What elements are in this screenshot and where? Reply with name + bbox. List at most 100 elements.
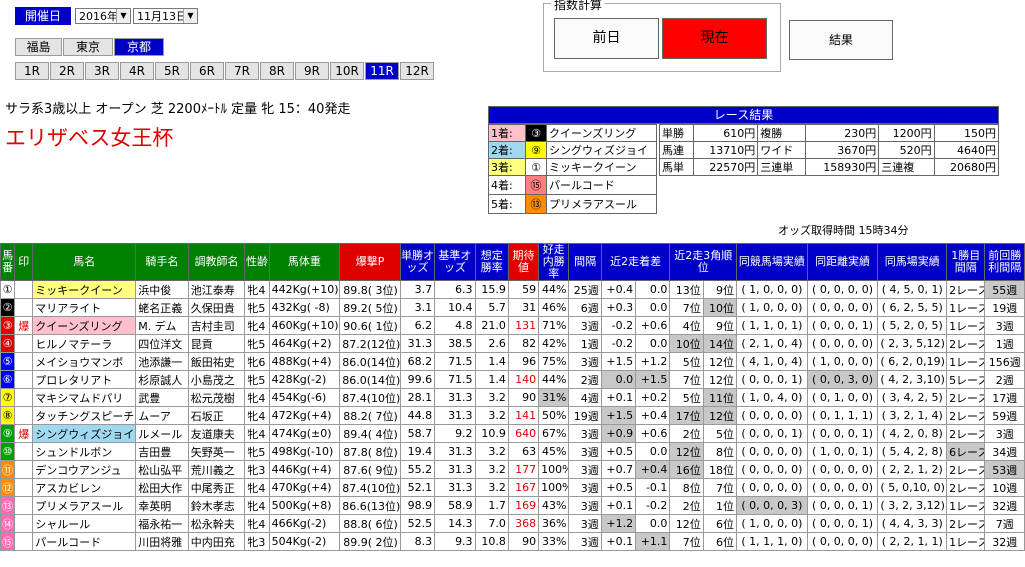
table-row[interactable]: ⑦ マキシマムドパリ 武豊 松元茂樹 牝4 454Kg(-6) 87.4(10位) 28.1 3…	[0, 388, 1025, 407]
column-header[interactable]: 間隔	[568, 243, 602, 281]
table-cell: +0.5	[600, 442, 637, 461]
table-row[interactable]: ⑩ シュンドルボン 吉田豊 矢野英一 牝5 498Kg(-10) 87.8( 8位) 19.4…	[0, 442, 1025, 461]
payout-cell: 520円	[878, 141, 935, 159]
table-cell: 松田大作	[135, 478, 189, 497]
race-tab-4[interactable]: 4R	[120, 62, 154, 80]
table-cell: 43%	[538, 496, 570, 515]
table-row[interactable]: ⑬ プリメラアスール 幸英明 鈴木孝志 牝4 500Kg(+8) 86.6(13位) 98.9…	[0, 496, 1025, 515]
table-cell: ( 0, 0, 0, 0)	[806, 334, 879, 353]
table-cell: 2レース	[946, 334, 986, 353]
column-header[interactable]: 性齢	[244, 243, 270, 281]
table-cell: 牝3	[244, 460, 270, 479]
table-cell: +1.5	[635, 370, 671, 389]
table-cell: ( 0, 0, 0, 1)	[806, 316, 879, 335]
table-cell: 1.7	[474, 496, 509, 515]
race-tab-11[interactable]: 11R	[365, 62, 399, 80]
table-row[interactable]: ⑮ パールコード 川田将雅 中内田充 牝3 504Kg(-2) 89.9( 2位) 8.3 9.…	[0, 532, 1025, 551]
table-cell: 16位	[669, 460, 704, 479]
column-header[interactable]: 馬番	[0, 243, 16, 281]
year-select[interactable]: 2016年 ▼	[75, 8, 131, 24]
venue-button-tokyo[interactable]: 東京	[63, 38, 113, 56]
table-cell: 2.6	[474, 334, 509, 353]
table-cell: 2レース	[946, 424, 986, 443]
table-cell: 52.1	[399, 478, 436, 497]
column-header[interactable]: 馬名	[32, 243, 137, 281]
table-row[interactable]: ⑫ アスカビレン 松田大作 中尾秀正 牝4 470Kg(+4) 87.4(10位) 52.1 3…	[0, 478, 1025, 497]
column-header[interactable]: 近2走着差	[600, 243, 671, 281]
table-cell: 8.3	[399, 532, 436, 551]
column-header[interactable]: 1勝目間隔	[946, 243, 986, 281]
table-cell: 杉原誠人	[135, 370, 189, 389]
now-button[interactable]: 現在	[662, 18, 767, 59]
table-row[interactable]: ③ 爆クイーンズリング M. デム 吉村圭司 牝4 460Kg(+10) 90.6( 1位)…	[0, 316, 1025, 335]
table-cell: ( 0, 1, 0, 0)	[806, 388, 879, 407]
table-cell: 武豊	[135, 388, 189, 407]
table-cell: 1レース	[946, 352, 986, 371]
horse-name: ヒルノマテーラ	[32, 334, 137, 353]
table-row[interactable]: ⑧ タッチングスピーチ ムーア 石坂正 牝4 472Kg(+4) 88.2( 7位) 44.8…	[0, 406, 1025, 425]
column-header[interactable]: 想定勝率	[474, 243, 509, 281]
race-tab-6[interactable]: 6R	[190, 62, 224, 80]
table-cell: 3.2	[474, 406, 509, 425]
prev-day-button[interactable]: 前日	[554, 18, 659, 59]
table-cell: 7週	[984, 514, 1025, 533]
finish-row: 1着: ③ クイーンズリング	[488, 124, 657, 142]
column-header[interactable]: 同距離実績	[806, 243, 879, 281]
column-header[interactable]: 基準オッズ	[434, 243, 476, 281]
race-tab-5[interactable]: 5R	[155, 62, 189, 80]
race-tab-12[interactable]: 12R	[400, 62, 434, 80]
table-row[interactable]: ⑪ デンコウアンジュ 松山弘平 荒川義之 牝3 446Kg(+4) 87.6( 9位) 55.…	[0, 460, 1025, 479]
table-cell: 6レース	[946, 442, 986, 461]
race-tab-9[interactable]: 9R	[295, 62, 329, 80]
column-header[interactable]: 期待値	[507, 243, 540, 281]
table-row[interactable]: ⑥ プロレタリアト 杉原誠人 小島茂之 牝5 428Kg(-2) 86.0(14位) 99.6…	[0, 370, 1025, 389]
mark	[14, 460, 34, 479]
column-header[interactable]: 同馬場実績	[877, 243, 948, 281]
column-header[interactable]: 調教師名	[187, 243, 246, 281]
venue-button-kyoto[interactable]: 京都	[114, 38, 164, 56]
mark	[14, 352, 34, 371]
venue-bar: 福島 東京 京都	[15, 38, 165, 56]
table-row[interactable]: ④ ヒルノマテーラ 四位洋文 昆貢 牝5 464Kg(+2) 87.2(12位) 31.3 38…	[0, 334, 1025, 353]
race-tab-3[interactable]: 3R	[85, 62, 119, 80]
race-tab-7[interactable]: 7R	[225, 62, 259, 80]
race-tab-8[interactable]: 8R	[260, 62, 294, 80]
horse-number: ⑦	[0, 388, 16, 407]
column-header[interactable]: 前回勝利間隔	[984, 243, 1025, 281]
table-cell: ルメール	[135, 424, 189, 443]
table-cell: 87.4(10位)	[339, 388, 401, 407]
column-header[interactable]: 印	[14, 243, 34, 281]
table-cell: 1レース	[946, 316, 986, 335]
payout-cell: 150円	[933, 124, 1000, 142]
column-header[interactable]: 近2走3角順位	[669, 243, 738, 281]
table-cell: 31.3	[434, 388, 476, 407]
race-tab-1[interactable]: 1R	[15, 62, 49, 80]
race-tab-10[interactable]: 10R	[330, 62, 364, 80]
table-row[interactable]: ⑤ メイショウマンボ 池添謙一 飯田祐史 牝6 488Kg(+4) 86.0(14位) 68.…	[0, 352, 1025, 371]
table-cell: 19週	[568, 406, 602, 425]
table-cell: 14位	[702, 334, 738, 353]
table-cell: 6.2	[399, 316, 436, 335]
race-tab-2[interactable]: 2R	[50, 62, 84, 80]
table-cell: ( 0, 0, 0, 0)	[736, 460, 808, 479]
day-select[interactable]: 11月13日 ▼	[133, 8, 198, 24]
table-cell: 池江泰寿	[187, 280, 246, 299]
table-row[interactable]: ① ミッキークイーン 浜中俊 池江泰寿 牝4 442Kg(+10) 89.8( 3位) 3.7…	[0, 280, 1025, 299]
table-cell: 3.2	[474, 478, 509, 497]
table-row[interactable]: ② マリアライト 蛯名正義 久保田貴 牝5 432Kg( -8) 89.2( 5位) 3.1 1…	[0, 298, 1025, 317]
table-cell: ( 0, 0, 0, 0)	[806, 532, 879, 551]
column-header[interactable]: 単勝オッズ	[399, 243, 436, 281]
table-row[interactable]: ⑨ 爆シングウィズジョイ ルメール 友道康夫 牝4 474Kg(±0) 89.4( 4位) 5…	[0, 424, 1025, 443]
column-header[interactable]: 好走内勝率	[538, 243, 570, 281]
table-cell: 42%	[538, 334, 570, 353]
column-header[interactable]: 馬体重	[268, 243, 341, 281]
column-header[interactable]: 騎手名	[135, 243, 189, 281]
column-header[interactable]: 爆撃P	[339, 243, 401, 281]
column-header[interactable]: 同競馬場実績	[736, 243, 808, 281]
venue-button-fukushima[interactable]: 福島	[15, 38, 62, 56]
race-results-title: レース結果	[488, 106, 999, 124]
table-cell: 32週	[984, 496, 1025, 515]
table-row[interactable]: ⑭ シャルール 福永祐一 松永幹夫 牝4 466Kg(-2) 88.8( 6位) 52.5 14…	[0, 514, 1025, 533]
odds-time: オッズ取得時間 15時34分	[778, 224, 909, 237]
result-button[interactable]: 結果	[789, 20, 893, 60]
